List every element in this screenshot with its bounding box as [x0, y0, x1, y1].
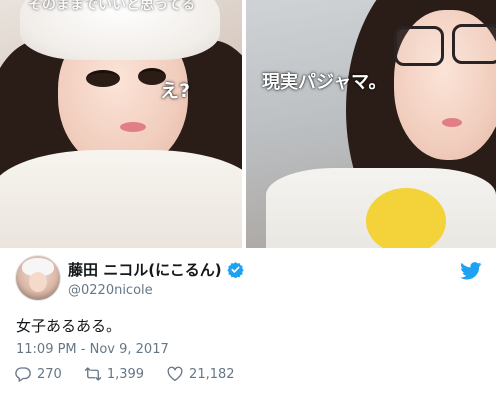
- retweet-icon: [84, 367, 102, 381]
- blanket-shape: [0, 150, 242, 248]
- display-name-row[interactable]: 藤田 ニコル(にこるん): [68, 259, 244, 280]
- tweet-header: 藤田 ニコル(にこるん) @0220nicole: [16, 256, 486, 300]
- glasses-lens: [452, 24, 496, 64]
- avatar[interactable]: [16, 256, 60, 300]
- handle[interactable]: @0220nicole: [68, 283, 244, 298]
- lip-shape: [120, 122, 146, 132]
- display-name[interactable]: 藤田 ニコル(にこるん): [68, 259, 222, 280]
- left-caption: え?: [160, 80, 191, 102]
- photo-right[interactable]: 現実パジャマ。: [246, 0, 496, 248]
- tweet-timestamp[interactable]: 11:09 PM - Nov 9, 2017: [16, 342, 169, 357]
- like-button[interactable]: 21,182: [166, 365, 235, 383]
- right-caption: 現実パジャマ。: [262, 72, 387, 93]
- reply-icon: [15, 367, 31, 382]
- pikachu-print: [366, 188, 446, 248]
- verified-badge-icon: [226, 262, 244, 278]
- tweet-media[interactable]: そのままでいいと思ってる え? 現実パジャマ。: [0, 0, 496, 248]
- retweet-button[interactable]: 1,399: [84, 365, 144, 383]
- reply-count: 270: [37, 366, 62, 382]
- photo-left[interactable]: そのままでいいと思ってる え?: [0, 0, 242, 248]
- like-count: 21,182: [189, 366, 235, 382]
- author-names: 藤田 ニコル(にこるん) @0220nicole: [68, 259, 244, 298]
- tweet-actions: 270 1,399 21,182: [14, 365, 257, 383]
- lip-shape: [442, 118, 462, 127]
- heart-icon: [167, 366, 183, 382]
- retweet-count: 1,399: [106, 366, 145, 382]
- eye-shape: [86, 70, 120, 87]
- reply-button[interactable]: 270: [14, 365, 62, 383]
- glasses-lens: [394, 26, 444, 66]
- avatar-face: [29, 272, 47, 292]
- faded-top-caption: そのままでいいと思ってる: [28, 0, 196, 13]
- tweet-text: 女子あるある。: [16, 317, 122, 335]
- twitter-bird-icon[interactable]: [460, 262, 482, 280]
